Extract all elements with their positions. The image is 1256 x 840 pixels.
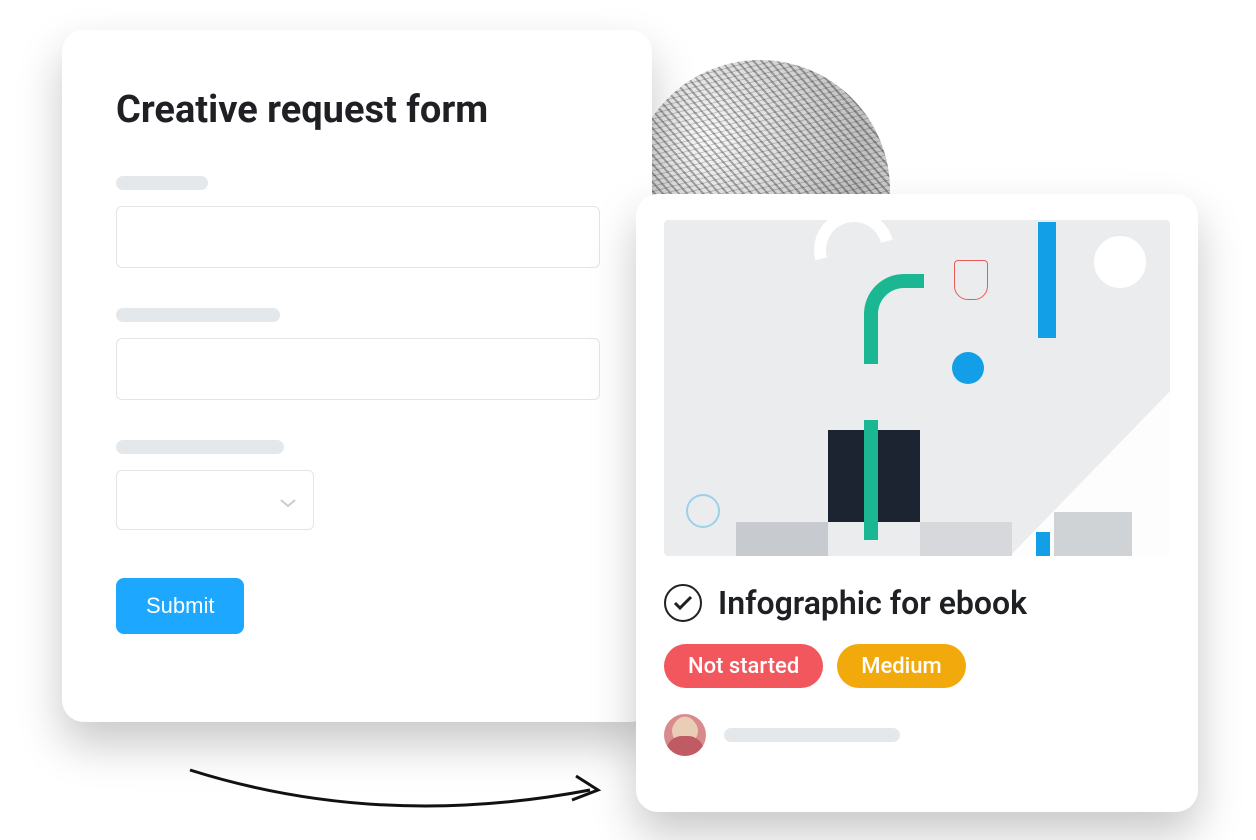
form-field-2 [116,308,598,400]
creative-request-form-card: Creative request form Submit [62,30,652,722]
avatar[interactable] [664,714,706,756]
submit-button[interactable]: Submit [116,578,244,634]
chevron-down-icon [279,494,297,506]
text-input-1[interactable] [116,206,600,268]
task-badges: Not started Medium [664,644,1170,688]
status-badge[interactable]: Not started [664,644,823,688]
task-title: Infographic for ebook [718,584,1027,622]
select-input[interactable] [116,470,314,530]
form-title: Creative request form [116,88,598,132]
field-label-placeholder [116,440,284,454]
priority-badge[interactable]: Medium [837,644,965,688]
assignee-name-placeholder [724,728,900,742]
flow-arrow-icon [180,760,620,820]
field-label-placeholder [116,308,280,322]
task-card: Infographic for ebook Not started Medium [636,194,1198,812]
check-circle-icon[interactable] [664,584,702,622]
task-cover-image [664,220,1170,556]
form-field-3 [116,440,598,530]
form-field-1 [116,176,598,268]
task-header: Infographic for ebook [664,584,1170,622]
field-label-placeholder [116,176,208,190]
text-input-2[interactable] [116,338,600,400]
assignee-row [664,714,1170,756]
